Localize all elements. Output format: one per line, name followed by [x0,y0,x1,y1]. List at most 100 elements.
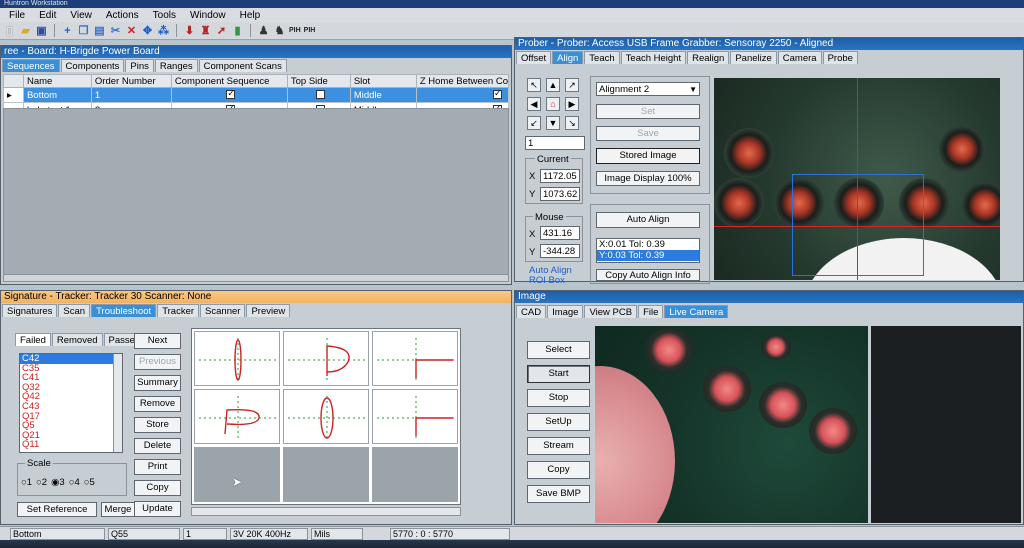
menu-view[interactable]: View [63,10,99,21]
prober-camera-view[interactable] [714,78,1000,280]
probe-arrow-icon[interactable]: ➚ [215,24,228,37]
tolerance-list[interactable]: X:0.01 Tol: 0.39 Y:0.03 Tol: 0.39 [596,238,700,263]
set-button[interactable]: Set [596,104,700,119]
signature-cell-empty[interactable] [283,447,369,502]
probe-down-icon[interactable]: ⬇ [183,24,196,37]
tab-ranges[interactable]: Ranges [154,59,198,72]
signature-cell[interactable] [372,331,458,386]
jog-down-button[interactable]: ▼ [546,116,560,130]
cell-z-home[interactable] [415,87,510,103]
tab-view-pcb[interactable]: View PCB [584,305,638,318]
cut-icon[interactable]: ✂ [109,24,122,37]
new-file-icon[interactable]: ▯ [3,24,16,37]
subtab-removed[interactable]: Removed [51,333,103,346]
list-item[interactable]: Q17 [20,411,122,422]
next-button[interactable]: Next [134,333,181,349]
jog-down-left-button[interactable]: ↙ [527,116,541,130]
tab-probe[interactable]: Probe [822,51,858,64]
subtab-failed[interactable]: Failed [15,333,51,346]
delete-icon[interactable]: ✕ [125,24,138,37]
tab-signatures[interactable]: Signatures [2,304,58,317]
print-button[interactable]: Print [134,459,181,475]
menu-file[interactable]: File [2,10,32,21]
jog-down-right-button[interactable]: ↘ [565,116,579,130]
pih-button-2[interactable]: PIH [304,27,316,34]
merge-button[interactable]: Merge [101,502,135,517]
select-button[interactable]: Select [527,341,590,359]
tolerance-y[interactable]: Y:0.03 Tol: 0.39 [597,250,699,261]
tab-teach-height[interactable]: Teach Height [620,51,687,64]
scale-radio-2[interactable]: ○2 [36,477,47,488]
stop-button[interactable]: Stop [527,389,590,407]
signature-cell[interactable] [194,331,280,386]
pih-button-1[interactable]: PIH [289,27,301,34]
jog-up-button[interactable]: ▲ [546,78,560,92]
start-button[interactable]: Start [527,365,590,383]
tab-troubleshoot[interactable]: Troubleshoot [91,304,157,317]
column-header-name[interactable]: Name [22,74,92,88]
jog-up-left-button[interactable]: ↖ [527,78,541,92]
copy-auto-align-info-button[interactable]: Copy Auto Align Info [596,269,700,281]
copy-icon[interactable]: ❐ [77,24,90,37]
scale-radio-5[interactable]: ○5 [84,477,95,488]
tab-tracker[interactable]: Tracker [157,304,200,317]
roi-box-link[interactable]: ROI Box [529,275,565,286]
tab-cad[interactable]: CAD [516,305,547,318]
checkbox-z-home[interactable] [493,88,502,100]
signature-cell[interactable] [283,389,369,444]
tab-image[interactable]: Image [547,305,584,318]
summary-button[interactable]: Summary [134,375,181,391]
jog-left-button[interactable]: ◀ [527,97,541,111]
add-icon[interactable]: + [61,24,74,37]
signature-hscrollbar[interactable] [191,507,461,516]
tab-component-scans[interactable]: Component Scans [198,59,287,72]
tab-camera[interactable]: Camera [777,51,822,64]
tab-pins[interactable]: Pins [125,59,154,72]
store-button[interactable]: Store [134,417,181,433]
menu-actions[interactable]: Actions [99,10,146,21]
tab-realign[interactable]: Realign [687,51,730,64]
column-header-slot[interactable]: Slot [349,74,417,88]
list-item[interactable]: Q11 [20,440,122,450]
stored-image-button[interactable]: Stored Image [596,148,700,164]
probe-icon[interactable]: ♜ [199,24,212,37]
column-header-component-sequence[interactable]: Component Sequence [170,74,288,88]
tab-align[interactable]: Align [552,51,584,64]
scale-radio-3[interactable]: ◉3 [51,477,65,488]
battery-icon[interactable]: ▮ [231,24,244,37]
cell-component-sequence[interactable] [170,87,288,103]
menu-help[interactable]: Help [233,10,268,21]
column-header-z-home[interactable]: Z Home Between Co [415,74,510,88]
set-reference-button[interactable]: Set Reference [17,502,97,517]
scale-radio-4[interactable]: ○4 [69,477,80,488]
tab-offset[interactable]: Offset [516,51,552,64]
menu-window[interactable]: Window [183,10,233,21]
signature-cell[interactable] [283,331,369,386]
save-bmp-button[interactable]: Save BMP [527,485,590,503]
stream-button[interactable]: Stream [527,437,590,455]
signature-cell[interactable] [372,389,458,444]
save-icon[interactable]: ▣ [35,24,48,37]
cell-order[interactable]: 1 [90,87,172,103]
probe-park-icon[interactable]: ♞ [273,24,286,37]
copy-button[interactable]: Copy [134,480,181,496]
copy-image-button[interactable]: Copy [527,461,590,479]
roi-box[interactable] [792,174,924,276]
tab-teach[interactable]: Teach [584,51,620,64]
jog-step-input[interactable]: 1 [525,136,585,150]
tab-panelize[interactable]: Panelize [730,51,777,64]
column-header-order[interactable]: Order Number [90,74,172,88]
tab-scan[interactable]: Scan [58,304,91,317]
tab-sequences[interactable]: Sequences [2,59,60,72]
cell-slot[interactable]: Middle [349,87,417,103]
cell-name[interactable]: Bottom [22,87,92,103]
tolerance-x[interactable]: X:0.01 Tol: 0.39 [597,239,699,250]
probe-home-icon[interactable]: ♟ [257,24,270,37]
tab-scanner[interactable]: Scanner [200,304,246,317]
open-folder-icon[interactable]: ▰ [19,24,32,37]
signature-cell-empty[interactable] [372,447,458,502]
checkbox-top-side[interactable] [315,90,325,100]
scale-radio-1[interactable]: ○1 [21,477,32,488]
failed-component-list[interactable]: C42 C35 C41 Q32 Q42 C43 Q17 Q5 Q21 Q11 [19,353,123,453]
tab-file[interactable]: File [638,305,664,318]
